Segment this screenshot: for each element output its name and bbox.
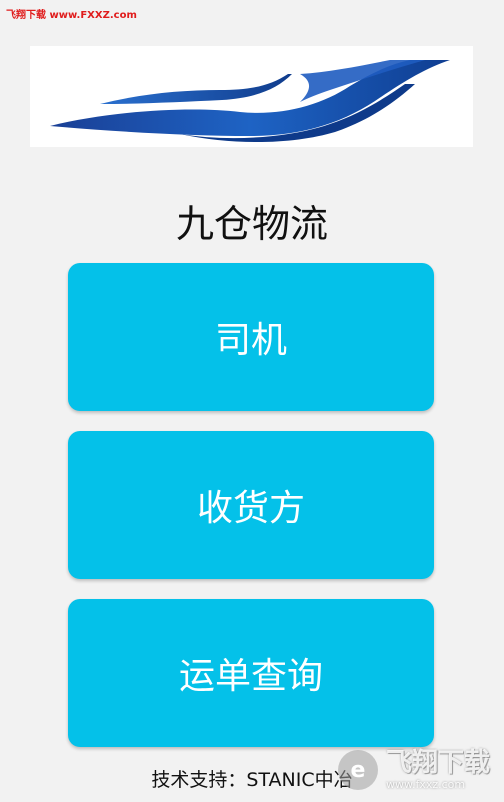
- watermark-bottom-right: e 飞翔下载 www.fxxz.com: [338, 742, 498, 798]
- watermark-main-text: 飞翔下载: [386, 748, 491, 778]
- watermark-top-left: 飞翔下载 www.FXXZ.com: [6, 10, 137, 21]
- watermark-text-block: 飞翔下载 www.fxxz.com: [386, 748, 490, 792]
- watermark-sub-text: www.fxxz.com: [386, 778, 466, 791]
- company-logo: [30, 46, 473, 147]
- app-title: 九仓物流: [175, 202, 328, 246]
- watermark-logo-icon: e: [338, 750, 378, 790]
- logo-swoosh-icon: [50, 60, 450, 143]
- consignee-button[interactable]: 收货方: [68, 431, 434, 579]
- driver-button-label: 司机: [214, 320, 287, 361]
- consignee-button-label: 收货方: [196, 488, 305, 529]
- waybill-query-button[interactable]: 运单查询: [68, 599, 434, 747]
- waybill-query-button-label: 运单查询: [178, 656, 323, 697]
- driver-button[interactable]: 司机: [68, 263, 434, 411]
